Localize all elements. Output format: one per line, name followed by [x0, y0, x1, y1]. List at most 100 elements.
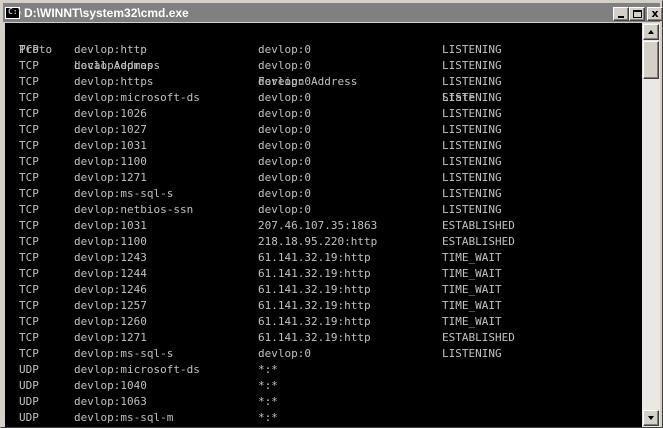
- row-local-address: devlop:1040: [74, 379, 147, 392]
- row-state: LISTENING: [442, 43, 502, 56]
- console-output-area[interactable]: Proto Local Address Foreign Address Stat…: [5, 23, 642, 427]
- row-state: LISTENING: [442, 91, 502, 104]
- minimize-button[interactable]: [613, 7, 629, 21]
- cmd-icon[interactable]: C:\: [5, 6, 23, 20]
- row-proto: TCP: [19, 139, 39, 152]
- connection-row: UDP devlop:1063 *:*: [19, 394, 278, 410]
- row-foreign-address: devlop:0: [258, 171, 311, 184]
- row-foreign-address: *:*: [258, 363, 278, 376]
- connection-row: TCP devlop:1244 61.141.32.19:http TIME_WAIT: [19, 266, 502, 282]
- maximize-button[interactable]: [629, 7, 645, 21]
- row-proto: TCP: [19, 107, 39, 120]
- connection-row: TCP devlop:1257 61.141.32.19:http TIME_WAIT: [19, 298, 502, 314]
- row-foreign-address: devlop:0: [258, 139, 311, 152]
- row-local-address: devlop:netbios-ssn: [74, 203, 194, 216]
- row-local-address: devlop:epmap: [74, 59, 154, 72]
- row-state: ESTABLISHED: [442, 331, 515, 344]
- row-state: TIME_WAIT: [442, 315, 502, 328]
- row-proto: TCP: [19, 235, 39, 248]
- row-foreign-address: 61.141.32.19:http: [258, 299, 371, 312]
- row-local-address: devlop:1027: [74, 123, 147, 136]
- connection-row: TCP devlop:http devlop:0 LISTENING: [19, 42, 502, 58]
- row-state: LISTENING: [442, 347, 502, 360]
- row-local-address: devlop:ms-sql-m: [74, 411, 174, 424]
- close-button[interactable]: x: [647, 7, 663, 21]
- row-foreign-address: 207.46.107.35:1863: [258, 219, 378, 232]
- connection-row: TCP devlop:1100 218.18.95.220:http ESTABLIS…: [19, 234, 515, 250]
- connection-row: TCP devlop:microsoft-ds devlop:0 LISTENING: [19, 90, 502, 106]
- row-state: LISTENING: [442, 155, 502, 168]
- connection-row: TCP devlop:1031 devlop:0 LISTENING: [19, 138, 502, 154]
- row-foreign-address: *:*: [258, 379, 278, 392]
- row-local-address: devlop:1271: [74, 331, 147, 344]
- row-proto: TCP: [19, 251, 39, 264]
- connection-row: TCP devlop:1243 61.141.32.19:http TIME_WAIT: [19, 250, 502, 266]
- connection-row: TCP devlop:1026 devlop:0 LISTENING: [19, 106, 502, 122]
- row-foreign-address: 61.141.32.19:http: [258, 251, 371, 264]
- close-icon: x: [651, 7, 659, 20]
- row-foreign-address: devlop:0: [258, 75, 311, 88]
- connection-row: TCP devlop:netbios-ssn devlop:0 LISTENING: [19, 202, 502, 218]
- row-local-address: devlop:1260: [74, 315, 147, 328]
- connection-row: TCP devlop:https devlop:0 LISTENING: [19, 74, 502, 90]
- connection-row: TCP devlop:1100 devlop:0 LISTENING: [19, 154, 502, 170]
- row-local-address: devlop:1246: [74, 283, 147, 296]
- row-foreign-address: devlop:0: [258, 107, 311, 120]
- row-local-address: devlop:1243: [74, 251, 147, 264]
- row-local-address: devlop:1257: [74, 299, 147, 312]
- row-proto: TCP: [19, 315, 39, 328]
- row-foreign-address: *:*: [258, 395, 278, 408]
- row-foreign-address: devlop:0: [258, 155, 311, 168]
- connection-row: TCP devlop:1260 61.141.32.19:http TIME_WAIT: [19, 314, 502, 330]
- row-foreign-address: 61.141.32.19:http: [258, 283, 371, 296]
- row-local-address: devlop:1031: [74, 139, 147, 152]
- row-foreign-address: devlop:0: [258, 187, 311, 200]
- row-foreign-address: 61.141.32.19:http: [258, 331, 371, 344]
- window-title: D:\WINNT\system32\cmd.exe: [24, 5, 189, 20]
- row-local-address: devlop:microsoft-ds: [74, 363, 200, 376]
- vertical-scrollbar[interactable]: [642, 23, 660, 427]
- row-state: TIME_WAIT: [442, 283, 502, 296]
- row-foreign-address: 61.141.32.19:http: [258, 267, 371, 280]
- scroll-thumb[interactable]: [643, 41, 659, 79]
- cmd-icon-prompt: C:\: [8, 6, 23, 16]
- row-state: ESTABLISHED: [442, 235, 515, 248]
- connection-row: TCP devlop:1271 61.141.32.19:http ESTABLISH…: [19, 330, 515, 346]
- row-local-address: devlop:1244: [74, 267, 147, 280]
- maximize-icon: [633, 10, 642, 18]
- connection-row: TCP devlop:1271 devlop:0 LISTENING: [19, 170, 502, 186]
- row-foreign-address: devlop:0: [258, 347, 311, 360]
- scroll-up-button[interactable]: [643, 24, 659, 40]
- row-proto: UDP: [19, 411, 39, 424]
- row-local-address: devlop:1063: [74, 395, 147, 408]
- row-proto: TCP: [19, 347, 39, 360]
- connection-row: TCP devlop:1246 61.141.32.19:http TIME_WAIT: [19, 282, 502, 298]
- connection-row: UDP devlop:microsoft-ds *:*: [19, 362, 278, 378]
- row-local-address: devlop:http: [74, 43, 147, 56]
- row-local-address: devlop:1100: [74, 155, 147, 168]
- arrow-down-icon: [648, 416, 654, 420]
- connection-row: UDP devlop:ms-sql-m *:*: [19, 410, 278, 426]
- row-proto: TCP: [19, 219, 39, 232]
- row-proto: TCP: [19, 299, 39, 312]
- row-local-address: devlop:1031: [74, 219, 147, 232]
- row-local-address: devlop:ms-sql-s: [74, 347, 174, 360]
- netstat-header: Proto Local Address Foreign Address Stat…: [19, 26, 475, 104]
- minimize-icon: [618, 16, 624, 18]
- row-state: ESTABLISHED: [442, 219, 515, 232]
- row-proto: UDP: [19, 395, 39, 408]
- row-local-address: devlop:1100: [74, 235, 147, 248]
- row-foreign-address: devlop:0: [258, 43, 311, 56]
- row-foreign-address: devlop:0: [258, 91, 311, 104]
- title-bar[interactable]: C:\ D:\WINNT\system32\cmd.exe x: [3, 3, 663, 22]
- row-state: LISTENING: [442, 139, 502, 152]
- row-local-address: devlop:1271: [74, 171, 147, 184]
- row-proto: TCP: [19, 171, 39, 184]
- row-proto: TCP: [19, 59, 39, 72]
- row-state: LISTENING: [442, 59, 502, 72]
- row-state: LISTENING: [442, 203, 502, 216]
- row-foreign-address: 218.18.95.220:http: [258, 235, 378, 248]
- connection-row: TCP devlop:ms-sql-s devlop:0 LISTENING: [19, 186, 502, 202]
- connection-rows: TCP devlop:http devlop:0 LISTENING TCP devlop…: [19, 42, 515, 426]
- scroll-down-button[interactable]: [643, 410, 659, 426]
